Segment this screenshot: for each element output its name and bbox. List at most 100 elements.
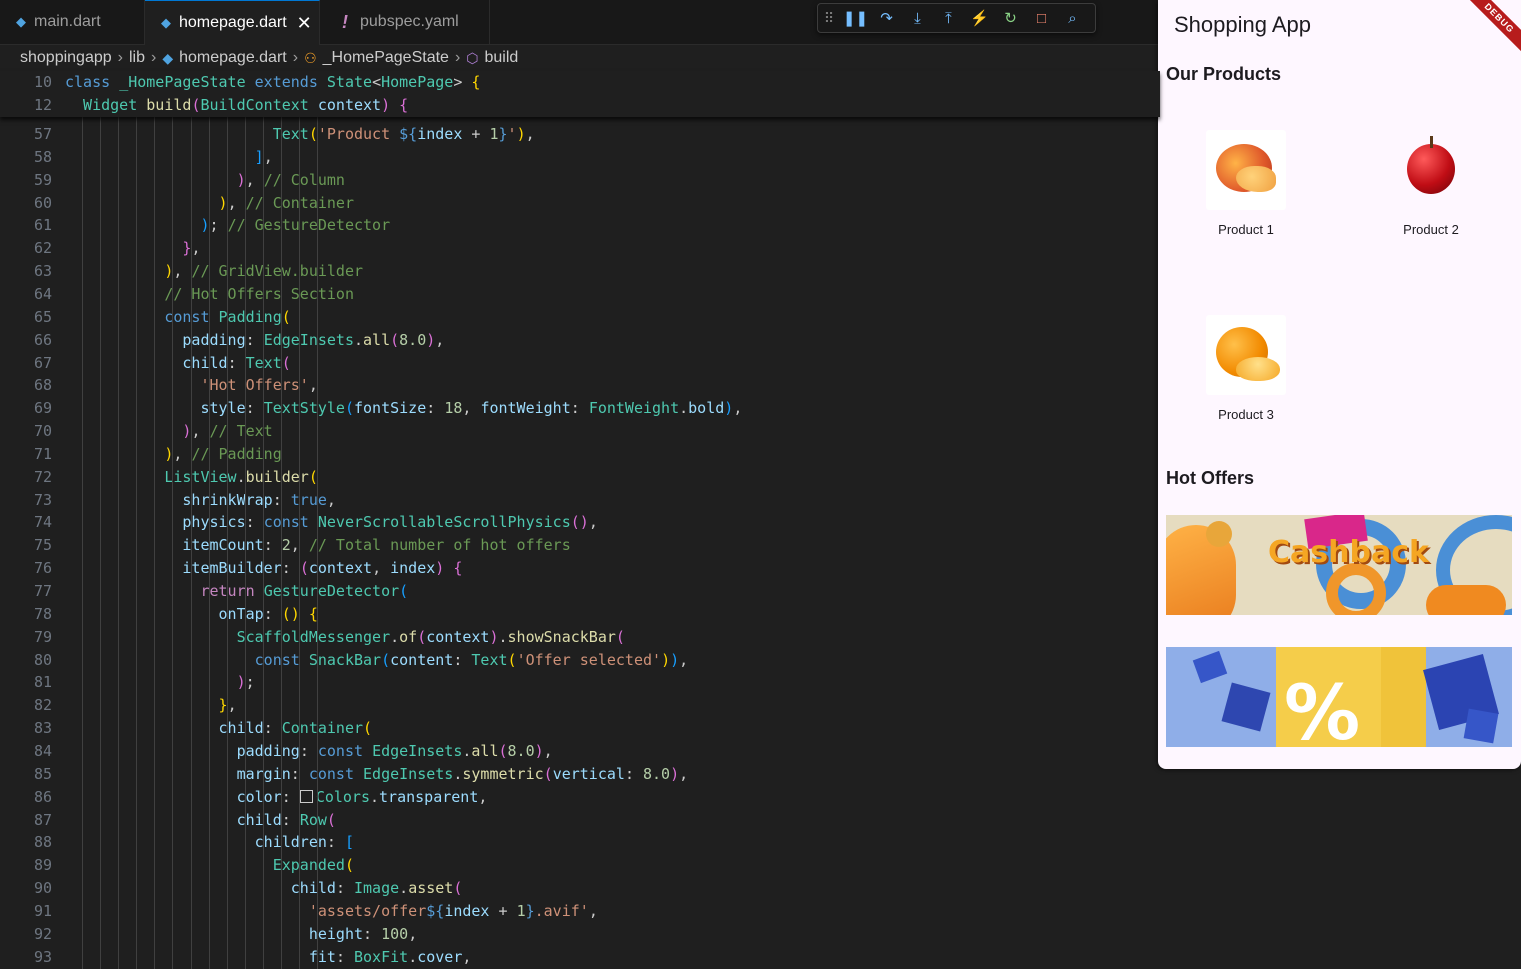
step-over-icon[interactable]: ↷ bbox=[871, 4, 902, 32]
code-line[interactable]: 59 ), // Column bbox=[0, 169, 1160, 191]
tab-pubspec-yaml[interactable]: ! pubspec.yaml bbox=[320, 0, 490, 44]
code-token: itemBuilder bbox=[182, 559, 282, 578]
indent-guide bbox=[244, 117, 246, 969]
code-editor[interactable]: 10 class _HomePageState extends State<Hom… bbox=[0, 71, 1160, 969]
code-line[interactable]: 67 child: Text( bbox=[0, 352, 1160, 374]
breadcrumb-item[interactable]: _HomePageState bbox=[323, 49, 449, 67]
code-line[interactable]: 92 height: 100, bbox=[0, 923, 1160, 945]
code-text: ), // Text bbox=[65, 420, 272, 442]
code-line[interactable]: 79 ScaffoldMessenger.of(context).showSna… bbox=[0, 626, 1160, 648]
code-token: , bbox=[478, 787, 488, 806]
breadcrumb-item[interactable]: lib bbox=[129, 49, 145, 67]
code-token: // Padding bbox=[191, 444, 282, 463]
code-line[interactable]: 84 padding: const EdgeInsets.all(8.0), bbox=[0, 740, 1160, 762]
pause-icon[interactable]: ❚❚ bbox=[840, 4, 871, 32]
stop-icon[interactable]: □ bbox=[1026, 4, 1057, 32]
code-line[interactable]: 65 const Padding( bbox=[0, 306, 1160, 328]
tab-homepage-dart[interactable]: ◆ homepage.dart ✕ bbox=[145, 0, 320, 45]
code-text: child: Text( bbox=[65, 352, 290, 374]
code-line[interactable]: 78 onTap: () { bbox=[0, 603, 1160, 625]
line-number: 87 bbox=[33, 810, 52, 829]
indent-guide bbox=[299, 117, 301, 969]
code-line[interactable]: 83 child: Container( bbox=[0, 717, 1160, 739]
code-token: : bbox=[426, 399, 445, 418]
code-line[interactable]: 69 style: TextStyle(fontSize: 18, fontWe… bbox=[0, 397, 1160, 419]
code-token: ' bbox=[507, 125, 517, 143]
code-line[interactable]: 81 ); bbox=[0, 671, 1160, 693]
close-icon[interactable]: ✕ bbox=[297, 13, 312, 34]
code-line[interactable]: 89 Expanded( bbox=[0, 854, 1160, 876]
code-token: child bbox=[182, 353, 228, 372]
code-line[interactable]: 73 shrinkWrap: true, bbox=[0, 489, 1160, 511]
code-line[interactable]: 61 ); // GestureDetector bbox=[0, 214, 1160, 236]
code-line[interactable]: 93 fit: BoxFit.cover, bbox=[0, 946, 1160, 968]
grip-icon[interactable]: ⠿ bbox=[818, 4, 840, 32]
code-line[interactable]: 86 color: Colors.transparent, bbox=[0, 786, 1160, 808]
code-line[interactable]: 66 padding: EdgeInsets.all(8.0), bbox=[0, 329, 1160, 351]
code-line[interactable]: 71 ), // Padding bbox=[0, 443, 1160, 465]
code-line[interactable]: 57 Text('Product ${index + 1}'), bbox=[0, 123, 1160, 145]
code-token: : bbox=[326, 833, 345, 852]
code-line[interactable]: 62 }, bbox=[0, 237, 1160, 259]
line-number: 12 bbox=[33, 96, 52, 114]
code-line[interactable]: 68 'Hot Offers', bbox=[0, 374, 1160, 396]
tab-main-dart[interactable]: ◆ main.dart bbox=[0, 0, 145, 44]
code-line[interactable]: 70 ), // Text bbox=[0, 420, 1160, 442]
devtools-icon[interactable]: ⌕ bbox=[1057, 4, 1088, 32]
cashback-banner-image[interactable]: Cashback bbox=[1166, 515, 1512, 615]
code-token: : bbox=[363, 924, 382, 943]
breadcrumb-item[interactable]: homepage.dart bbox=[179, 49, 287, 67]
code-token: _HomePageState bbox=[119, 73, 255, 91]
code-line[interactable]: 87 child: Row( bbox=[0, 809, 1160, 831]
code-line[interactable]: 64 // Hot Offers Section bbox=[0, 283, 1160, 305]
code-text: padding: const EdgeInsets.all(8.0), bbox=[65, 740, 553, 762]
code-token: () bbox=[281, 604, 300, 623]
breadcrumb-item[interactable]: build bbox=[485, 49, 519, 67]
code-line[interactable]: 91 'assets/offer${index + 1}.avif', bbox=[0, 900, 1160, 922]
code-token: ; bbox=[245, 673, 255, 692]
code-token: ( bbox=[417, 627, 427, 646]
code-line[interactable]: 90 child: Image.asset( bbox=[0, 877, 1160, 899]
code-line[interactable]: 82 }, bbox=[0, 694, 1160, 716]
product-card[interactable]: Product 2 bbox=[1346, 130, 1516, 237]
code-line[interactable]: 76 itemBuilder: (context, index) { bbox=[0, 557, 1160, 579]
indent-guide bbox=[172, 117, 174, 969]
code-line[interactable]: 58 ], bbox=[0, 146, 1160, 168]
line-number: 72 bbox=[33, 467, 52, 486]
step-out-icon[interactable]: ⤒ bbox=[933, 4, 964, 32]
code-line[interactable]: 75 itemCount: 2, // Total number of hot … bbox=[0, 534, 1160, 556]
product-card[interactable]: Product 3 bbox=[1161, 315, 1331, 422]
breadcrumb-item[interactable]: shoppingapp bbox=[20, 49, 112, 67]
code-line[interactable]: 63 ), // GridView.builder bbox=[0, 260, 1160, 282]
line-number: 57 bbox=[33, 125, 52, 143]
code-token: fit bbox=[308, 947, 336, 966]
product-card[interactable]: Product 1 bbox=[1161, 130, 1331, 237]
code-token: 'assets/offer bbox=[308, 901, 427, 920]
code-line[interactable]: 72 ListView.builder( bbox=[0, 466, 1160, 488]
line-number: 60 bbox=[33, 193, 52, 212]
code-token: of bbox=[399, 627, 418, 646]
code-line[interactable]: 80 const SnackBar(content: Text('Offer s… bbox=[0, 649, 1160, 671]
code-line[interactable]: 74 physics: const NeverScrollableScrollP… bbox=[0, 511, 1160, 533]
sticky-scroll[interactable]: 10 class _HomePageState extends State<Hom… bbox=[0, 71, 1160, 117]
code-token: 'Hot Offers' bbox=[200, 376, 309, 395]
code-line[interactable]: 60 ), // Container bbox=[0, 192, 1160, 214]
code-token: , bbox=[679, 764, 689, 783]
discount-banner-image[interactable]: % bbox=[1166, 647, 1512, 747]
step-into-icon[interactable]: ⤓ bbox=[902, 4, 933, 32]
restart-icon[interactable]: ↻ bbox=[995, 4, 1026, 32]
code-line[interactable]: 85 margin: const EdgeInsets.symmetric(ve… bbox=[0, 763, 1160, 785]
code-text: shrinkWrap: true, bbox=[65, 489, 336, 511]
code-line[interactable]: 10 class _HomePageState extends State<Hom… bbox=[0, 71, 1160, 93]
code-line[interactable]: 12 Widget build(BuildContext context) { bbox=[0, 94, 1160, 116]
peach-image bbox=[1206, 130, 1286, 210]
line-number: 78 bbox=[33, 604, 52, 623]
code-token: ) bbox=[661, 650, 671, 669]
code-line[interactable]: 88 children: [ bbox=[0, 831, 1160, 853]
hot-reload-icon[interactable]: ⚡ bbox=[964, 4, 995, 32]
section-title-products: Our Products bbox=[1166, 64, 1282, 84]
code-line[interactable]: 77 return GestureDetector( bbox=[0, 580, 1160, 602]
